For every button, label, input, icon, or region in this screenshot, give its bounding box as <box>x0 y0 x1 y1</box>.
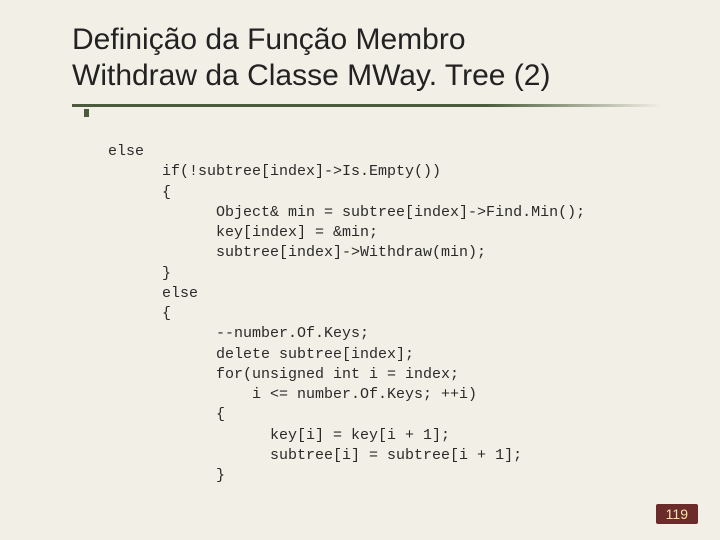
code-line: } <box>108 265 171 282</box>
code-line: else <box>108 285 198 302</box>
code-line: { <box>108 406 225 423</box>
title-line-1: Definição da Função Membro <box>72 23 466 56</box>
code-line: subtree[i] = subtree[i + 1]; <box>108 447 522 464</box>
code-line: key[index] = &min; <box>108 224 378 241</box>
code-line: key[i] = key[i + 1]; <box>108 427 450 444</box>
slide: Definição da Função Membro Withdraw da C… <box>0 0 720 540</box>
code-line: --number.Of.Keys; <box>108 325 369 342</box>
slide-title: Definição da Função Membro Withdraw da C… <box>72 22 680 94</box>
code-block: else if(!subtree[index]->Is.Empty()) { O… <box>108 142 585 486</box>
title-tick <box>84 109 89 117</box>
code-line: } <box>108 467 225 484</box>
code-line: else <box>108 143 144 160</box>
code-line: if(!subtree[index]->Is.Empty()) <box>108 163 441 180</box>
code-line: Object& min = subtree[index]->Find.Min()… <box>108 204 585 221</box>
code-line: subtree[index]->Withdraw(min); <box>108 244 486 261</box>
code-line: { <box>108 184 171 201</box>
title-line-2: Withdraw da Classe MWay. Tree (2) <box>72 59 550 92</box>
code-line: i <= number.Of.Keys; ++i) <box>108 386 477 403</box>
code-line: delete subtree[index]; <box>108 346 414 363</box>
title-underline <box>72 104 662 107</box>
code-line: { <box>108 305 171 322</box>
page-number: 119 <box>656 504 698 524</box>
code-line: for(unsigned int i = index; <box>108 366 459 383</box>
